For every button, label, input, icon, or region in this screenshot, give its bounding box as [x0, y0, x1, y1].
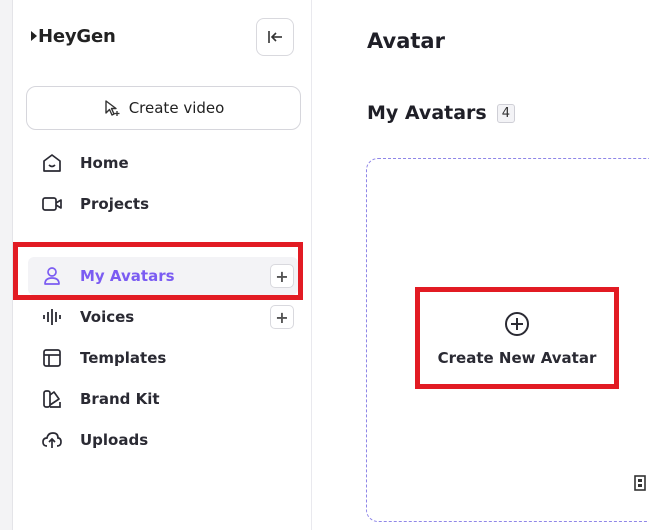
sidebar-item-label: Brand Kit [80, 390, 160, 408]
sidebar-item-brand-kit[interactable]: Brand Kit [28, 380, 298, 418]
sidebar-item-label: Voices [80, 308, 135, 326]
sidebar-item-voices[interactable]: Voices + [28, 298, 298, 336]
video-camera-icon [40, 192, 64, 216]
cursor-plus-icon [105, 100, 120, 116]
section-title-my-avatars: My Avatars 4 [367, 102, 516, 124]
create-video-label: Create video [128, 99, 225, 117]
waveform-icon [40, 305, 64, 329]
create-video-button[interactable]: Create video [26, 86, 301, 130]
sidebar-item-label: Projects [80, 195, 150, 213]
collapse-left-icon [268, 31, 282, 43]
highlight-box-create-avatar [415, 287, 619, 389]
avatar-count-badge: 4 [496, 103, 516, 123]
sidebar-item-label: Home [80, 154, 129, 172]
template-icon [40, 346, 64, 370]
collapse-sidebar-button[interactable] [256, 18, 294, 56]
sidebar-item-uploads[interactable]: Uploads [28, 421, 298, 459]
logo-mark-icon [31, 31, 37, 41]
window-left-edge [0, 0, 13, 530]
sidebar-item-home[interactable]: Home [28, 144, 298, 182]
sidebar-item-label: Uploads [80, 431, 149, 449]
sidebar-item-projects[interactable]: Projects [28, 185, 298, 223]
add-voice-button[interactable]: + [270, 305, 294, 329]
sidebar-item-templates[interactable]: Templates [28, 339, 298, 377]
page-title: Avatar [367, 29, 445, 53]
heygen-logo[interactable]: HeyGen [31, 26, 116, 47]
upload-cloud-icon [40, 428, 64, 452]
highlight-box-my-avatars [13, 242, 303, 300]
sidebar-item-label: Templates [80, 349, 167, 367]
film-strip-icon [634, 475, 646, 491]
home-icon [40, 151, 64, 175]
section-title-label: My Avatars [367, 102, 487, 124]
brand-kit-icon [40, 387, 64, 411]
